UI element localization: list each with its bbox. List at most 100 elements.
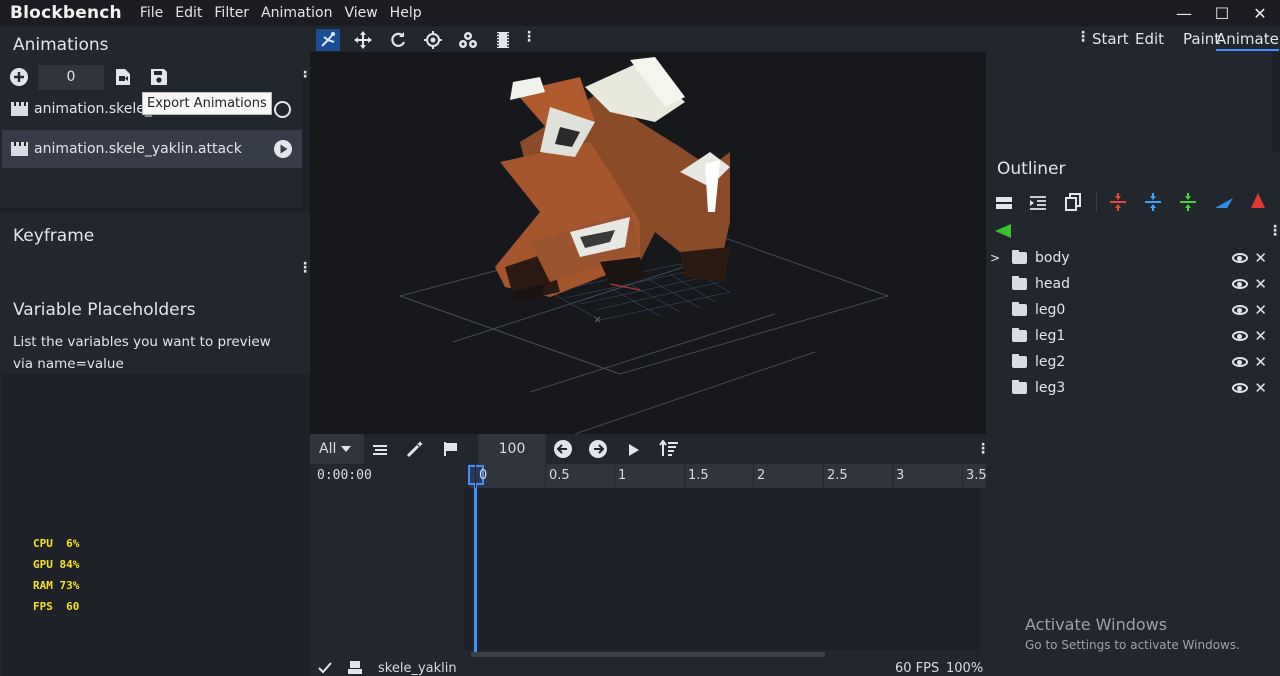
perf-fps: FPS 60 (33, 600, 80, 613)
scene-render (398, 57, 890, 434)
timeline-tracks[interactable] (472, 488, 980, 650)
rotate-tool-icon[interactable] (386, 29, 410, 51)
toolbar-more-icon[interactable]: ⋮ (522, 30, 536, 44)
folder-icon (1012, 250, 1027, 264)
menu-edit[interactable]: Edit (169, 0, 208, 26)
animations-title: Animations (13, 35, 109, 55)
animation-item-selected[interactable]: animation.skele_yaklin.attack (2, 130, 302, 168)
playback-speed-input[interactable]: 100 (478, 434, 546, 464)
outliner-item-leg3[interactable]: leg3 ✕ (986, 375, 1280, 401)
outliner-item-label: head (1035, 276, 1070, 292)
left-empty-area (2, 374, 310, 676)
flip-z-icon[interactable] (1180, 193, 1196, 215)
timeline-track-labels (310, 488, 470, 650)
flag-icon[interactable] (443, 441, 459, 461)
next-keyframe-icon[interactable] (589, 440, 607, 458)
timeline-filter-dropdown[interactable]: All (310, 434, 364, 464)
chevron-right-icon[interactable]: > (990, 251, 1008, 265)
film-strip-icon[interactable] (491, 29, 515, 51)
menu-filter[interactable]: Filter (208, 0, 255, 26)
close-window-button[interactable]: ✕ (1241, 0, 1279, 26)
outliner-item-head[interactable]: head ✕ (986, 271, 1280, 297)
flip-y-icon[interactable] (1145, 193, 1161, 215)
toggle-panel-icon[interactable] (996, 195, 1012, 214)
move-tool-icon[interactable] (351, 29, 375, 51)
minimize-button[interactable]: — (1165, 0, 1203, 26)
folder-icon (1012, 302, 1027, 316)
folder-icon (1012, 354, 1027, 368)
menu-view[interactable]: View (338, 0, 383, 26)
right-top-area (986, 52, 1280, 152)
pose-tool-icon[interactable] (316, 29, 340, 51)
tool-bar: ⋮ ⋮ Start Edit Paint Animate (310, 26, 1280, 52)
viewport-3d[interactable] (310, 52, 986, 434)
outliner-item-body[interactable]: > body ✕ (986, 245, 1280, 271)
timeline-divider (464, 488, 472, 650)
tab-start[interactable]: Start (1092, 30, 1129, 48)
ruler-tick: 0.5 (545, 464, 614, 488)
sort-order-icon[interactable] (659, 439, 679, 462)
save-animation-icon[interactable] (150, 68, 168, 86)
close-icon[interactable]: ✕ (1254, 301, 1267, 319)
menu-help[interactable]: Help (384, 0, 428, 26)
tab-paint[interactable]: Paint (1183, 30, 1220, 48)
duplicate-icon[interactable] (1065, 193, 1081, 215)
play-toggle-icon[interactable] (274, 101, 291, 118)
eye-icon[interactable] (1232, 253, 1248, 263)
play-button-icon[interactable] (628, 442, 640, 461)
timecode: 0:00:00 (317, 468, 372, 483)
clapperboard-icon (11, 142, 28, 156)
import-animation-icon[interactable] (115, 68, 131, 86)
playhead[interactable] (474, 465, 477, 652)
animation-label: animation.skele_yaklin.attack (34, 141, 242, 157)
right-scrollbar (1272, 52, 1280, 152)
ruler-tick: 2.5 (823, 464, 892, 488)
mode-more-icon[interactable]: ⋮ (1076, 30, 1090, 44)
eye-icon[interactable] (1232, 357, 1248, 367)
sort-lines-icon[interactable] (372, 442, 388, 461)
timeline-filter-label: All (319, 441, 337, 457)
eye-icon[interactable] (1232, 331, 1248, 341)
outliner-item-label: leg1 (1035, 328, 1066, 344)
outliner-item-label: leg0 (1035, 302, 1066, 318)
play-icon[interactable] (274, 140, 292, 158)
tab-edit[interactable]: Edit (1135, 30, 1164, 48)
chevron-down-icon (341, 446, 352, 452)
keyframe-title: Keyframe (13, 226, 95, 246)
eye-icon[interactable] (1232, 279, 1248, 289)
right-sidebar: Outliner ⋮ > body ✕ head ✕ leg0 ✕ leg1 ✕… (986, 52, 1280, 676)
timecode-area: 0:00:00 (310, 464, 470, 488)
close-icon[interactable]: ✕ (1254, 353, 1267, 371)
indent-icon[interactable] (1030, 195, 1046, 214)
add-animation-icon[interactable] (10, 68, 28, 86)
red-arrow-icon[interactable] (1250, 193, 1266, 213)
menu-file[interactable]: File (134, 0, 169, 26)
outliner-item-leg2[interactable]: leg2 ✕ (986, 349, 1280, 375)
outliner-more-icon[interactable]: ⋮ (1268, 224, 1280, 238)
flip-x-icon[interactable] (1110, 193, 1126, 215)
animation-number-input[interactable]: 0 (38, 65, 104, 90)
outliner-item-leg0[interactable]: leg0 ✕ (986, 297, 1280, 323)
menu-animation[interactable]: Animation (255, 0, 338, 26)
status-fps: 60 FPS (895, 661, 940, 676)
close-icon[interactable]: ✕ (1254, 275, 1267, 293)
menu-bar: File Edit Filter Animation View Help (134, 0, 428, 26)
vertex-snap-icon[interactable] (456, 29, 480, 51)
magic-wand-icon[interactable] (406, 440, 424, 462)
eye-icon[interactable] (1232, 305, 1248, 315)
maximize-button[interactable]: ☐ (1203, 0, 1241, 26)
timeline-horizontal-scrollbar[interactable] (471, 652, 825, 657)
pivot-tool-icon[interactable] (421, 29, 445, 51)
ruler-tick: 1.5 (684, 464, 753, 488)
close-icon[interactable]: ✕ (1254, 249, 1267, 267)
green-arrow-icon[interactable] (995, 223, 1013, 242)
close-icon[interactable]: ✕ (1254, 379, 1267, 397)
outliner-item-leg1[interactable]: leg1 ✕ (986, 323, 1280, 349)
close-icon[interactable]: ✕ (1254, 327, 1267, 345)
tab-animate[interactable]: Animate (1216, 30, 1279, 51)
toolbar-divider (1096, 192, 1097, 212)
previous-keyframe-icon[interactable] (554, 440, 572, 458)
blue-arrow-icon[interactable] (1215, 195, 1233, 214)
watermark-title: Activate Windows (1025, 615, 1168, 634)
eye-icon[interactable] (1232, 383, 1248, 393)
